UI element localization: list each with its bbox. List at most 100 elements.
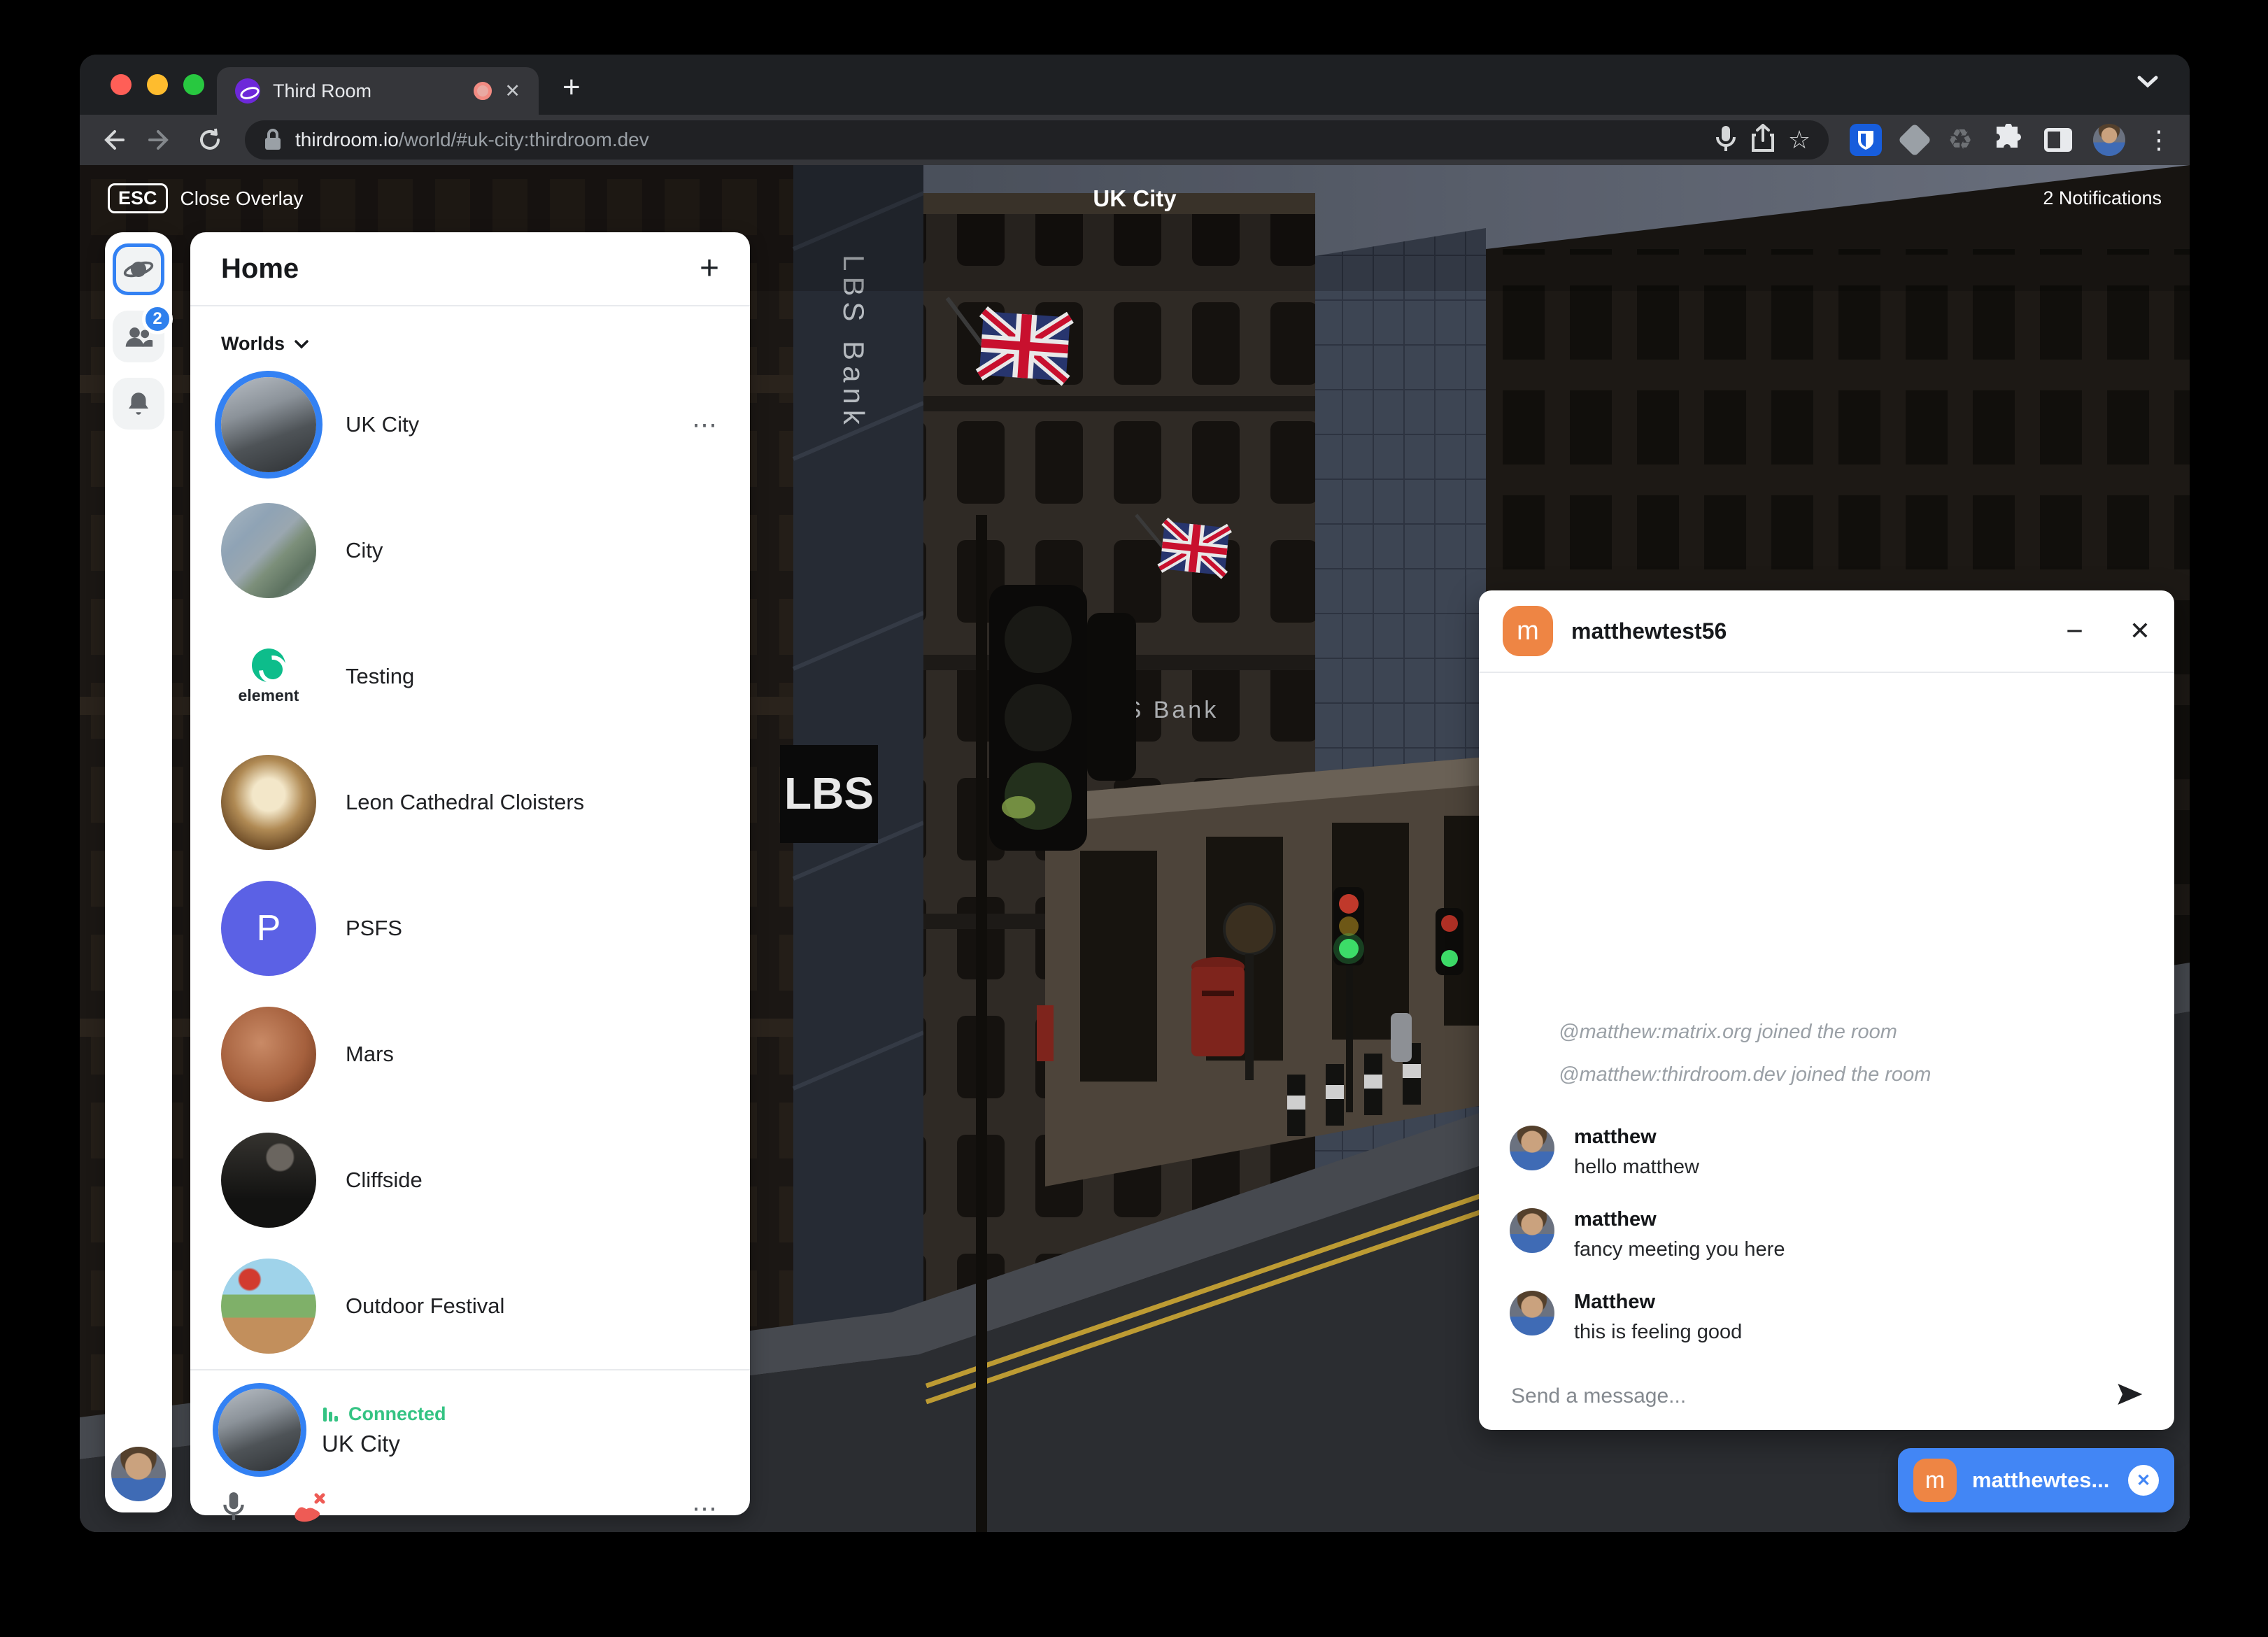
message-text: this is feeling good [1574,1321,1742,1344]
world-list-item-psfs[interactable]: P PSFS [221,865,719,991]
share-icon[interactable] [1750,124,1776,157]
fullscreen-window-button[interactable] [183,74,204,95]
notifications-count[interactable]: 2 Notifications [2043,187,2162,209]
room-join-notice: @matthew:matrix.org joined the room [1559,1021,2143,1044]
member-pill-close-icon[interactable]: ✕ [2128,1465,2159,1496]
forward-button[interactable] [147,126,175,154]
element-logo-caption: element [239,686,299,705]
chat-message-input[interactable] [1510,1384,2102,1409]
window-controls [111,74,204,95]
room-join-notice: @matthew:thirdroom.dev joined the room [1559,1063,2143,1086]
world-avatar [221,377,316,472]
chat-message: Matthew this is feeling good [1510,1291,2143,1344]
active-world-row[interactable]: Connected UK City [190,1370,750,1477]
extensions-puzzle-icon[interactable] [1994,124,2023,157]
rail-friends-button[interactable]: 2 [113,311,164,362]
chat-header: m matthewtest56 − ✕ [1479,590,2174,672]
tab-search-chevron-icon[interactable] [2135,73,2160,93]
rail-notifications-button[interactable] [113,378,164,430]
member-pill[interactable]: m matthewtes... ✕ [1898,1448,2174,1512]
tag-assistant-extension-icon[interactable] [1898,123,1932,157]
world-name: Outdoor Festival [346,1294,504,1319]
bank-sign-large: LBS [784,768,874,818]
bitwarden-extension-icon[interactable] [1850,124,1882,156]
world-name: Mars [346,1042,394,1067]
message-text: hello matthew [1574,1156,1699,1179]
world-list-item-leon-cathedral[interactable]: Leon Cathedral Cloisters [221,739,719,865]
worlds-section-header[interactable]: Worlds [190,306,750,355]
world-avatar [221,1133,316,1228]
rail-worlds-button[interactable] [113,243,164,295]
tab-close-icon[interactable]: ✕ [504,82,520,101]
close-window-button[interactable] [111,74,132,95]
world-name: UK City [346,412,419,437]
back-button[interactable] [98,126,126,154]
new-tab-button[interactable]: + [562,70,581,105]
world-avatar [221,1259,316,1354]
world-list-item-mars[interactable]: Mars [221,991,719,1117]
signal-bars-icon [322,1405,340,1423]
world-viewport[interactable]: LBS Bank LBS LBS Bank [80,165,2190,1532]
chat-close-icon[interactable]: ✕ [2129,618,2150,644]
world-options-icon[interactable]: ⋯ [692,410,719,439]
reload-button[interactable] [196,126,224,154]
active-world-footer: Connected UK City ⋯ [190,1369,750,1532]
active-world-avatar [218,1389,301,1471]
browser-menu-icon[interactable]: ⋮ [2146,127,2171,153]
world-list-item-cliffside[interactable]: Cliffside [221,1117,719,1243]
overlay-top-bar: ESC Close Overlay UK City 2 Notification… [108,183,2162,213]
world-avatar [221,755,316,850]
tab-strip: Third Room ✕ + [80,55,2190,115]
home-panel-header: Home + [190,232,750,305]
recycle-extension-icon[interactable]: ♻ [1948,126,1973,154]
world-avatar: P [221,881,316,976]
chat-window: m matthewtest56 − ✕ @matthew:matrix.org … [1479,590,2174,1430]
world-name: Cliffside [346,1168,423,1193]
address-bar[interactable]: thirdroom.io/world/#uk-city:thirdroom.de… [245,120,1829,160]
side-panel-icon[interactable] [2044,128,2072,152]
world-list-item-outdoor-festival[interactable]: Outdoor Festival [221,1243,719,1369]
call-controls: ⋯ [190,1477,750,1532]
world-list-item-city[interactable]: City [221,488,719,614]
world-avatar [221,1007,316,1102]
message-sender: Matthew [1574,1291,1742,1314]
home-panel: Home + Worlds UK City ⋯ City [190,232,750,1515]
leave-call-button[interactable] [291,1489,327,1526]
world-name: City [346,538,383,563]
send-message-button[interactable] [2115,1380,2143,1412]
world-list-item-uk-city[interactable]: UK City ⋯ [221,362,719,488]
member-pill-label: matthewtes... [1972,1468,2113,1493]
close-overlay-label[interactable]: Close Overlay [180,187,304,210]
world-name: PSFS [346,916,402,941]
browser-window: Third Room ✕ + thirdroom.io/world/#uk-ci… [80,55,2190,1532]
message-text: fancy meeting you here [1574,1238,1785,1261]
tab-title: Third Room [273,80,461,102]
url-path: /world/#uk-city:thirdroom.dev [399,129,649,150]
lock-icon [263,128,283,152]
voice-search-icon[interactable] [1714,125,1738,156]
connection-status: Connected [348,1403,446,1425]
bookmark-star-icon[interactable]: ☆ [1788,127,1810,153]
call-options-icon[interactable]: ⋯ [692,1494,719,1523]
worlds-list: UK City ⋯ City element Testing Leon C [190,355,750,1369]
chat-message-list[interactable]: @matthew:matrix.org joined the room @mat… [1479,673,2174,1430]
active-world-name: UK City [322,1431,446,1457]
world-avatar: element [221,629,316,724]
minimize-window-button[interactable] [147,74,168,95]
mute-microphone-button[interactable] [221,1491,246,1525]
thirdroom-favicon [235,78,260,104]
create-world-button[interactable]: + [700,252,719,285]
chevron-down-icon [293,338,310,350]
friends-badge: 2 [142,304,173,334]
browser-profile-avatar[interactable] [2093,124,2125,156]
sidebar-rail: 2 [105,232,172,1512]
url-text: thirdroom.io/world/#uk-city:thirdroom.de… [295,129,649,151]
user-avatar[interactable] [111,1447,166,1501]
chat-minimize-icon[interactable]: − [2066,616,2083,646]
browser-tab[interactable]: Third Room ✕ [217,67,539,115]
bell-icon [124,389,153,418]
url-host: thirdroom.io [295,129,399,150]
esc-key-badge: ESC [108,183,168,213]
world-list-item-testing[interactable]: element Testing [221,614,719,739]
planet-icon [123,254,154,285]
